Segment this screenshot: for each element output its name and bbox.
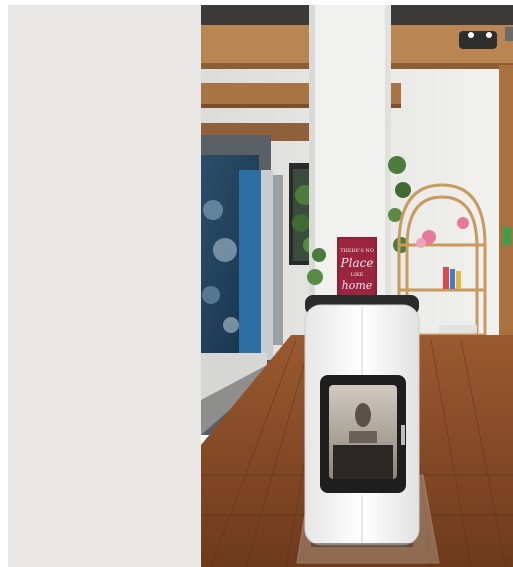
- place-like-home-sign: THERE'S NO Place LIKE home: [337, 237, 377, 297]
- sign-line-2: Place: [340, 256, 374, 270]
- stove-handle: [401, 425, 405, 445]
- blank-left-panel: [8, 5, 201, 567]
- screenshot-frame: THERE'S NO Place LIKE home: [8, 5, 513, 567]
- sign-line-4: home: [342, 279, 373, 292]
- pellet-stove: [304, 295, 420, 547]
- sign-line-3: LIKE: [351, 272, 364, 278]
- books: [443, 267, 449, 289]
- showroom-photo: THERE'S NO Place LIKE home: [201, 5, 513, 567]
- sign-line-1: THERE'S NO: [340, 248, 374, 254]
